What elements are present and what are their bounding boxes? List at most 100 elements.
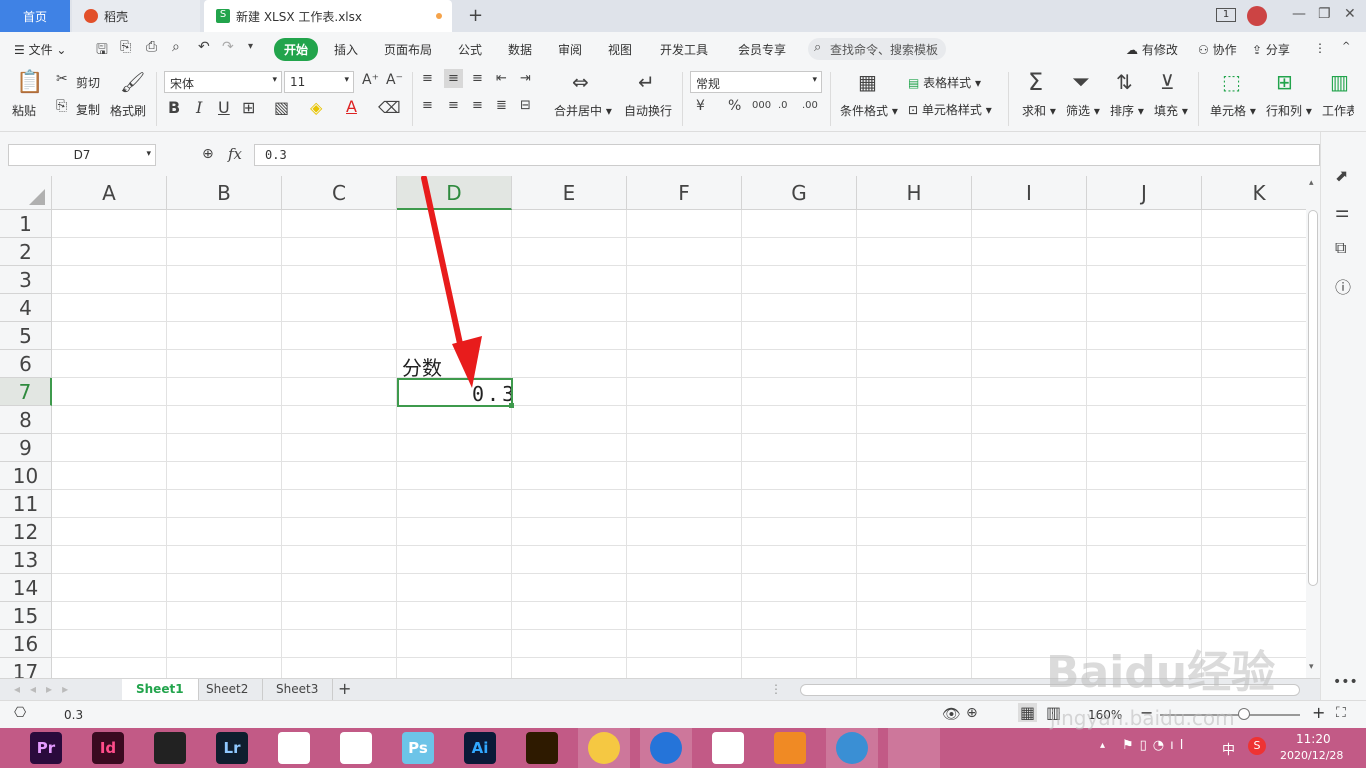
fill-pattern-icon[interactable]: ▧	[274, 98, 289, 117]
restore-icon[interactable]: ❐	[1318, 6, 1331, 22]
paste-icon[interactable]: 📋	[16, 70, 43, 95]
taskbar-app-6[interactable]: Ps	[402, 732, 434, 764]
formula-input[interactable]: 0.3	[254, 144, 1320, 166]
taskbar-app-9[interactable]	[588, 732, 620, 764]
cut-button[interactable]: 剪切	[76, 74, 100, 91]
normal-view-icon[interactable]: ▦	[1018, 703, 1038, 722]
settings-sliders-icon[interactable]: ⚌	[1335, 202, 1349, 221]
chevron-down-icon[interactable]: ▾	[248, 41, 253, 52]
scroll-thumb[interactable]	[1308, 210, 1318, 586]
redo-icon[interactable]: ↷	[222, 39, 234, 55]
align-bottom-icon[interactable]: ≡	[472, 71, 483, 86]
format-painter-button[interactable]: 格式刷	[110, 102, 146, 119]
zoom-out-button[interactable]: −	[1140, 703, 1153, 722]
sheet-tab-sheet2[interactable]: Sheet2	[192, 679, 264, 701]
eye-protect-icon[interactable]: 👁	[942, 705, 961, 723]
print-icon[interactable]: ⎙	[146, 39, 157, 55]
font-shrink-icon[interactable]: A⁻	[386, 72, 403, 88]
menu-formula[interactable]: 公式	[458, 41, 482, 58]
taskbar-app-8[interactable]	[526, 732, 558, 764]
taskbar-app-13[interactable]	[836, 732, 868, 764]
new-tab-button[interactable]: +	[468, 5, 483, 26]
horizontal-scrollbar[interactable]	[800, 684, 1300, 696]
tray-expand-icon[interactable]: ▴	[1100, 740, 1105, 751]
decimal-decrease-button[interactable]: .00	[802, 100, 818, 111]
collapse-ribbon-icon[interactable]: ^	[1342, 41, 1350, 52]
distribute-icon[interactable]: ⊟	[520, 98, 531, 113]
sheet-tab-sheet3[interactable]: Sheet3	[262, 679, 334, 701]
tab-document[interactable]: S 新建 XLSX 工作表.xlsx	[204, 0, 452, 32]
zoom-slider[interactable]	[1160, 714, 1300, 716]
menu-review[interactable]: 审阅	[558, 41, 582, 58]
currency-button[interactable]: ¥	[696, 98, 705, 114]
tab-daoke[interactable]: 稻壳	[72, 0, 200, 32]
taskbar-app-12[interactable]	[774, 732, 806, 764]
align-middle-icon[interactable]: ≡	[444, 69, 463, 88]
table-style-button[interactable]: ▤ 表格样式 ▾	[908, 74, 981, 91]
h-scroll-split-icon[interactable]: ⋮	[770, 682, 782, 696]
font-name-select[interactable]: 宋体 ▾	[164, 71, 282, 93]
italic-button[interactable]: I	[196, 98, 202, 117]
font-grow-icon[interactable]: A⁺	[362, 72, 379, 88]
taskbar-app-10[interactable]	[650, 732, 682, 764]
bold-button[interactable]: B	[168, 98, 180, 117]
scroll-up-icon[interactable]: ▴	[1309, 178, 1314, 188]
taskbar-app-2[interactable]	[154, 732, 186, 764]
taskbar-app-4[interactable]	[278, 732, 310, 764]
preview-icon[interactable]: ⌕	[172, 39, 180, 55]
justify-icon[interactable]: ≣	[496, 98, 507, 113]
more-menu-icon[interactable]: ⋮	[1314, 41, 1326, 55]
decimal-increase-button[interactable]: .0	[778, 100, 788, 111]
fill-button[interactable]: 填充 ▾	[1154, 102, 1188, 119]
conditional-format-button[interactable]: 条件格式 ▾	[840, 102, 898, 119]
menu-insert[interactable]: 插入	[334, 41, 358, 58]
sheet-nav-arrows-icon[interactable]: ◂◂▸▸	[14, 682, 78, 696]
macro-icon[interactable]: ⎔	[14, 705, 26, 721]
sort-button[interactable]: 排序 ▾	[1110, 102, 1144, 119]
taskbar-app-3[interactable]: Lr	[216, 732, 248, 764]
vertical-scrollbar[interactable]: ▴ ▾	[1306, 176, 1320, 678]
menu-data[interactable]: 数据	[508, 41, 532, 58]
menu-page-layout[interactable]: 页面布局	[384, 41, 432, 58]
menu-start[interactable]: 开始	[274, 38, 319, 61]
thousands-button[interactable]: 000	[752, 100, 771, 111]
border-icon[interactable]: ⊞	[242, 98, 255, 117]
indent-increase-icon[interactable]: ⇥	[520, 71, 531, 86]
copy-button[interactable]: 复制	[76, 101, 100, 118]
close-icon[interactable]: ✕	[1344, 6, 1356, 22]
page-badge[interactable]: 1	[1216, 8, 1236, 22]
zoom-level[interactable]: 160%	[1088, 708, 1122, 722]
clock-date[interactable]: 2020/12/28	[1280, 749, 1343, 762]
add-sheet-button[interactable]: +	[338, 679, 351, 698]
menu-member[interactable]: 会员专享	[738, 41, 786, 58]
tab-home[interactable]: 首页	[0, 0, 70, 32]
undo-icon[interactable]: ↶	[198, 39, 210, 55]
page-break-view-icon[interactable]: ▥	[1046, 703, 1061, 722]
cell-style-button[interactable]: ⊡ 单元格样式 ▾	[908, 101, 992, 118]
align-left-icon[interactable]: ≡	[422, 98, 433, 113]
sheet-tab-sheet1[interactable]: Sheet1	[122, 679, 199, 701]
save-icon[interactable]: 🖫	[96, 39, 108, 63]
avatar[interactable]	[1247, 6, 1267, 26]
clock-time[interactable]: 11:20	[1296, 732, 1331, 746]
worksheet-grid[interactable]: ABCDEFGHIJK 1 2 3 4 5 6 7 8 9 10 11 12 13 14 15 16 17 分数…	[0, 176, 1306, 678]
eraser-icon[interactable]: ⌫	[378, 98, 401, 117]
export-icon[interactable]: ⎘	[120, 39, 131, 55]
menu-file[interactable]: ☰ 文件 ⌄	[14, 41, 66, 58]
share-button[interactable]: ⇪ 分享	[1252, 41, 1290, 58]
pointer-icon[interactable]: ⬈	[1335, 166, 1348, 185]
ime-indicator[interactable]: 中	[1222, 739, 1235, 758]
cell-button[interactable]: 单元格 ▾	[1210, 102, 1256, 119]
layers-icon[interactable]: ⧉	[1335, 238, 1346, 258]
sogou-icon[interactable]: S	[1248, 737, 1266, 755]
has-changes-button[interactable]: ☁ 有修改	[1126, 41, 1178, 58]
collaborate-button[interactable]: ⚇ 协作	[1198, 41, 1237, 58]
percent-button[interactable]: %	[728, 98, 741, 114]
menu-developer[interactable]: 开发工具	[660, 41, 708, 58]
paste-button[interactable]: 粘贴	[12, 102, 36, 119]
number-format-select[interactable]: 常规 ▾	[690, 71, 822, 93]
tray-icons[interactable]: ⚑▯◔ıl	[1122, 738, 1189, 753]
name-box[interactable]: D7 ▾	[8, 144, 156, 166]
wrap-text-button[interactable]: 自动换行	[624, 102, 672, 119]
zoom-slider-thumb[interactable]	[1238, 708, 1250, 720]
